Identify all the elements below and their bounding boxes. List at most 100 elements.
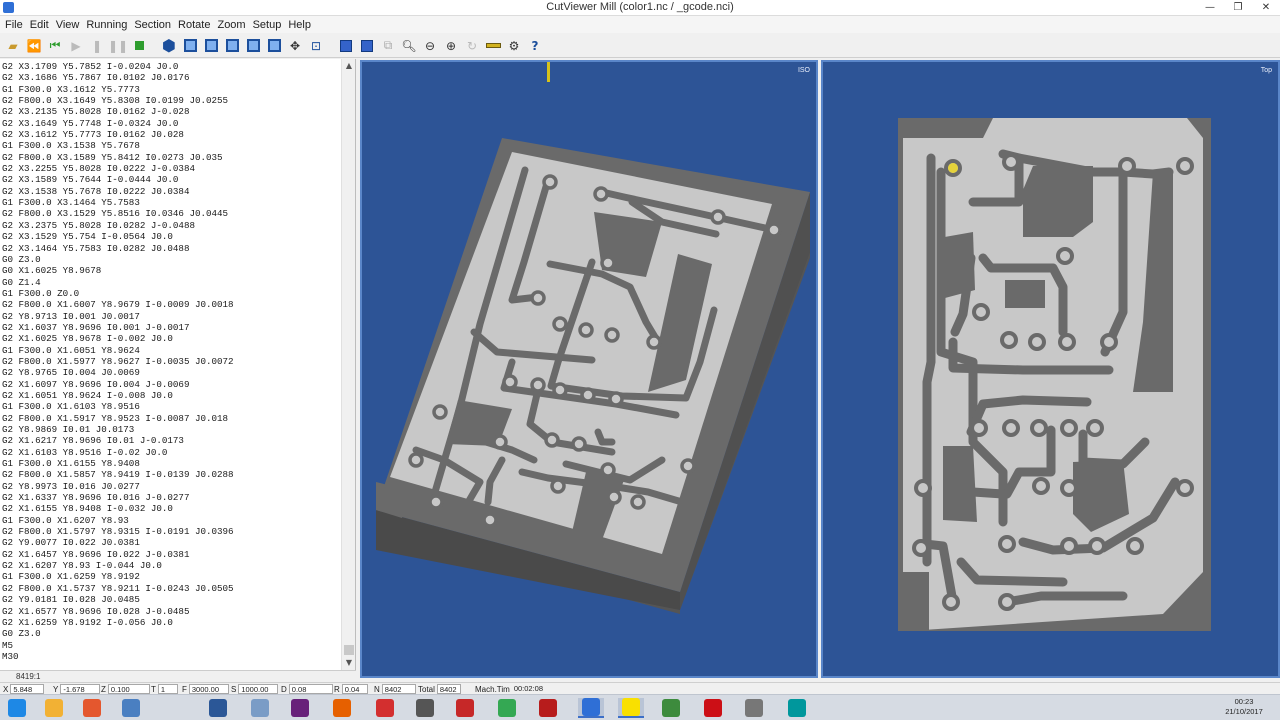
gcode-line[interactable]: G0 X1.6025 Y8.9678 (2, 265, 340, 276)
gcode-line[interactable]: G2 F800.0 X1.5977 Y8.9627 I-0.0035 J0.00… (2, 356, 340, 367)
maximize-button[interactable]: ❐ (1224, 0, 1252, 16)
gcode-line[interactable]: G2 X3.1589 Y5.7644 I-0.0444 J0.0 (2, 174, 340, 185)
gcode-line[interactable]: G1 F300.0 X3.1612 Y5.7773 (2, 84, 340, 95)
menu-help[interactable]: Help (287, 19, 317, 31)
gcode-line[interactable]: G2 X3.2375 Y5.8028 I0.0282 J-0.0488 (2, 220, 340, 231)
stop-icon[interactable]: ❚❚ (108, 37, 128, 55)
menu-rotate[interactable]: Rotate (177, 19, 216, 31)
gcode-line[interactable]: G0 Z3.0 (2, 628, 340, 639)
right-view-icon[interactable] (202, 37, 220, 55)
gcode-line[interactable]: G2 X3.1686 Y5.7867 I0.0102 J0.0176 (2, 72, 340, 83)
gcode-line[interactable]: G1 F300.0 X3.1464 Y5.7583 (2, 197, 340, 208)
menu-file[interactable]: File (4, 19, 29, 31)
gcode-line[interactable]: G2 X1.6155 Y8.9408 I-0.032 J0.0 (2, 503, 340, 514)
gcode-line[interactable]: G2 X3.1709 Y5.7852 I-0.0204 J0.0 (2, 61, 340, 72)
visual-studio-icon[interactable] (287, 698, 313, 718)
gcode-line[interactable]: G2 X1.6037 Y8.9696 I0.001 J-0.0017 (2, 322, 340, 333)
close-button[interactable]: ✕ (1252, 0, 1280, 16)
gcode-line[interactable]: G2 Y9.0077 I0.022 J0.0381 (2, 537, 340, 548)
menu-running[interactable]: Running (85, 19, 133, 31)
gcode-line[interactable]: G2 F800.0 X1.5857 Y8.9419 I-0.0139 J0.02… (2, 469, 340, 480)
gcode-line[interactable]: G2 X1.6103 Y8.9516 I-0.02 J0.0 (2, 447, 340, 458)
app7-icon[interactable] (658, 698, 684, 718)
gcode-line[interactable]: G2 X3.1464 Y5.7583 I0.0282 J0.0488 (2, 243, 340, 254)
gcode-line[interactable]: G2 Y8.9765 I0.004 J0.0069 (2, 367, 340, 378)
zoom-in-icon[interactable]: 🔍︎ (400, 37, 418, 55)
gcode-line[interactable]: G0 Z1.4 (2, 277, 340, 288)
wire-icon[interactable]: ⧉ (379, 37, 397, 55)
opera-icon[interactable] (700, 698, 726, 718)
start-icon[interactable] (4, 698, 30, 718)
top-view-icon[interactable] (223, 37, 241, 55)
gcode-line[interactable]: G2 F800.0 X1.5737 Y8.9211 I-0.0243 J0.05… (2, 583, 340, 594)
cutviewer-icon[interactable] (578, 698, 604, 718)
gcode-line[interactable]: G2 F800.0 X1.5797 Y8.9315 I-0.0191 J0.03… (2, 526, 340, 537)
back-view-icon[interactable] (265, 37, 283, 55)
gcode-line[interactable]: G2 Y9.0181 I0.028 J0.0485 (2, 594, 340, 605)
gcode-line[interactable]: G1 F300.0 X1.6259 Y8.9192 (2, 571, 340, 582)
gcode-line[interactable]: G2 X3.1538 Y5.7678 I0.0222 J0.0384 (2, 186, 340, 197)
gcode-line[interactable]: G2 X1.6051 Y8.9624 I-0.008 J0.0 (2, 390, 340, 401)
gcode-line[interactable]: G2 Y8.9869 I0.01 J0.0173 (2, 424, 340, 435)
iso-view-icon[interactable]: ⬢ (160, 36, 178, 55)
gcode-line[interactable]: G1 F300.0 X1.6051 Y8.9624 (2, 345, 340, 356)
help-icon[interactable]: ? (526, 37, 544, 55)
notepad-icon[interactable] (247, 698, 273, 718)
firefox-icon[interactable] (329, 698, 355, 718)
gcode-line[interactable]: G2 X1.6025 Y8.9678 I-0.002 J0.0 (2, 333, 340, 344)
chrome-icon[interactable] (494, 698, 520, 718)
tool-icon[interactable]: ⚙ (505, 37, 523, 55)
gcode-line[interactable]: G2 X3.1529 Y5.754 I-0.0564 J0.0 (2, 231, 340, 242)
scroll-thumb[interactable] (344, 645, 354, 655)
word-icon[interactable] (205, 698, 231, 718)
code-scrollbar[interactable]: ▲ ▼ (341, 59, 355, 670)
gcode-line[interactable]: G2 Y8.9973 I0.016 J0.0277 (2, 481, 340, 492)
scroll-down-icon[interactable]: ▼ (342, 656, 355, 670)
gcode-line[interactable]: G2 X1.6577 Y8.9696 I0.028 J-0.0485 (2, 606, 340, 617)
app2-icon[interactable] (372, 698, 398, 718)
zoom-out-icon[interactable]: ⊖ (421, 37, 439, 55)
menu-zoom[interactable]: Zoom (216, 19, 251, 31)
rewind-icon[interactable]: ⏪ (25, 37, 43, 55)
top-viewport[interactable]: Top (821, 60, 1280, 678)
section-icon[interactable] (337, 37, 355, 55)
gcode-line[interactable]: G0 Z3.0 (2, 254, 340, 265)
gcode-listing[interactable]: G2 X3.1709 Y5.7852 I-0.0204 J0.0 G2 X3.16… (2, 61, 340, 663)
app8-icon[interactable] (741, 698, 767, 718)
rotate-icon[interactable]: ↻ (463, 37, 481, 55)
gcode-line[interactable]: G2 Y8.9713 I0.001 J0.0017 (2, 311, 340, 322)
gcode-line[interactable]: M5 (2, 640, 340, 651)
record-icon[interactable] (130, 37, 148, 55)
play-icon[interactable]: ▶ (67, 37, 85, 55)
gcode-line[interactable]: G1 F300.0 X1.6155 Y8.9408 (2, 458, 340, 469)
zoom-fit-icon[interactable]: ⊕ (442, 37, 460, 55)
gcode-line[interactable]: G2 F800.0 X3.1589 Y5.8412 I0.0273 J0.035 (2, 152, 340, 163)
gcode-line[interactable]: M30 (2, 650, 340, 663)
menu-section[interactable]: Section (133, 19, 177, 31)
explorer-icon[interactable] (41, 698, 67, 718)
gcode-line[interactable]: G1 F300.0 X3.1538 Y5.7678 (2, 140, 340, 151)
gcode-line[interactable]: G1 F300.0 X1.6103 Y8.9516 (2, 401, 340, 412)
gcode-line[interactable]: G2 X1.6097 Y8.9696 I0.004 J-0.0069 (2, 379, 340, 390)
iso-viewport[interactable]: ISO (360, 60, 818, 678)
gcode-line[interactable]: G2 F800.0 X1.5917 Y8.9523 I-0.0087 J0.01… (2, 413, 340, 424)
gcode-line[interactable]: G2 F800.0 X1.6007 Y8.9679 I-0.0009 J0.00… (2, 299, 340, 310)
minimize-button[interactable]: — (1196, 0, 1224, 16)
gcode-line[interactable]: G2 X3.2135 Y5.8028 I0.0162 J-0.028 (2, 106, 340, 117)
gcode-line[interactable]: G2 X3.1612 Y5.7773 I0.0162 J0.028 (2, 129, 340, 140)
gcode-line[interactable]: G1 F300.0 Z0.0 (2, 288, 340, 299)
system-clock[interactable]: 00:23 21/10/2017 (1214, 697, 1274, 719)
zoom-window-icon[interactable]: ⊡ (307, 37, 325, 55)
gcode-line[interactable]: G2 X1.6337 Y8.9696 I0.016 J-0.0277 (2, 492, 340, 503)
gcode-line[interactable]: G2 X3.2255 Y5.8028 I0.0222 J-0.0384 (2, 163, 340, 174)
gcode-line[interactable]: G2 X1.6207 Y8.93 I-0.044 J0.0 (2, 560, 340, 571)
pause-icon[interactable]: ❚ (88, 37, 106, 55)
gcode-line[interactable]: G2 X1.6259 Y8.9192 I-0.056 J0.0 (2, 617, 340, 628)
menu-setup[interactable]: Setup (252, 19, 288, 31)
left-view-icon[interactable] (244, 37, 262, 55)
ruler-icon[interactable] (484, 37, 502, 55)
arduino-icon[interactable] (784, 698, 810, 718)
app3-icon[interactable] (412, 698, 438, 718)
menu-edit[interactable]: Edit (29, 19, 55, 31)
gcode-line[interactable]: G2 X1.6217 Y8.9696 I0.01 J-0.0173 (2, 435, 340, 446)
